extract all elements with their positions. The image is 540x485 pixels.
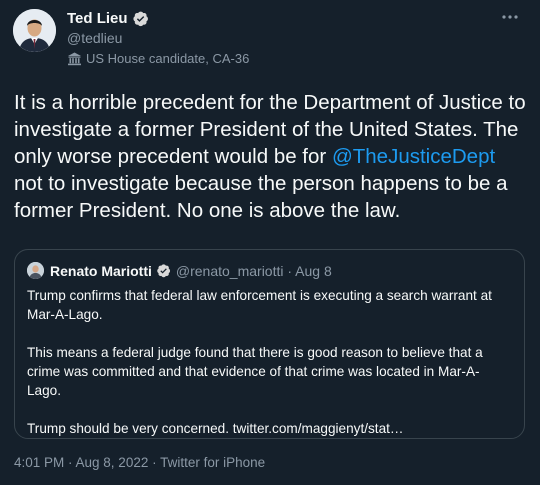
author-label: US House candidate, CA-36: [67, 51, 249, 66]
author-label-text: US House candidate, CA-36: [86, 51, 250, 66]
quoted-paragraph: Trump confirms that federal law enforcem…: [27, 288, 492, 322]
quoted-author-name[interactable]: Renato Mariotti: [50, 263, 152, 279]
government-building-icon: [67, 52, 82, 66]
author-name[interactable]: Ted Lieu: [67, 10, 128, 27]
quoted-paragraph: This means a federal judge found that th…: [27, 345, 483, 398]
mention-link[interactable]: @TheJusticeDept: [332, 145, 495, 168]
quoted-author-handle[interactable]: @renato_mariotti · Aug 8: [176, 263, 332, 279]
more-options-icon[interactable]: [498, 8, 522, 28]
author-avatar[interactable]: [13, 9, 56, 52]
quoted-verified-badge-icon: [156, 263, 171, 278]
tweet-text-after: not to investigate because the person ha…: [14, 172, 508, 222]
verified-badge-icon: [132, 10, 149, 27]
quoted-tweet-header: Renato Mariotti @renato_mariotti · Aug 8: [27, 262, 332, 279]
tweet-timestamp[interactable]: 4:01 PM · Aug 8, 2022 · Twitter for iPho…: [14, 455, 265, 470]
author-handle[interactable]: @tedlieu: [67, 30, 122, 46]
tweet-text: It is a horrible precedent for the Depar…: [14, 89, 529, 224]
quoted-tweet[interactable]: Renato Mariotti @renato_mariotti · Aug 8…: [14, 249, 525, 439]
tweet: Ted Lieu @tedlieu US House candidate, CA…: [0, 0, 540, 485]
quoted-paragraph: Trump should be very concerned. twitter.…: [27, 421, 404, 436]
author-name-row: Ted Lieu: [67, 10, 149, 27]
quoted-author-avatar[interactable]: [27, 262, 44, 279]
quoted-tweet-body: Trump confirms that federal law enforcem…: [27, 286, 507, 438]
